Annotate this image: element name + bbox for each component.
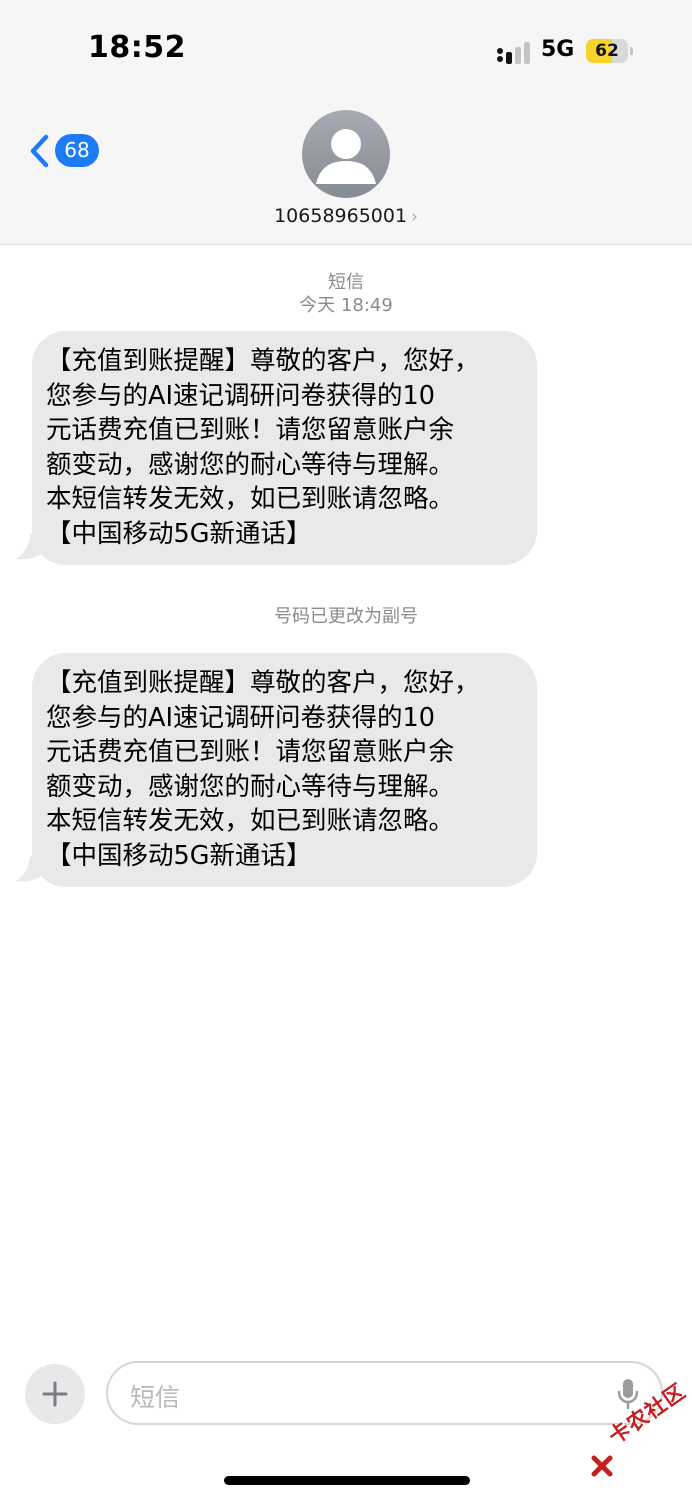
contact-name[interactable]: 10658965001 › [0, 205, 692, 227]
message-line: 本短信转发无效，如已到账请忽略。 [46, 484, 455, 514]
add-attachment-button[interactable] [25, 1364, 85, 1424]
messages-screen: 18:52 5G 62 68 10658965001 › 短信 今天 18:49… [0, 0, 692, 1500]
watermark: 卡农社区 [588, 1379, 692, 1484]
conversation-header: 18:52 5G 62 68 10658965001 › [0, 0, 692, 245]
contact-number: 10658965001 [274, 205, 408, 227]
message-line: 您参与的AI速记调研问卷获得的10 [46, 380, 435, 411]
person-icon [316, 129, 376, 184]
battery-cap [630, 47, 633, 55]
message-line: 本短信转发无效，如已到账请忽略。 [46, 806, 455, 836]
status-time: 18:52 [88, 30, 186, 65]
message-line: 元话费充值已到账！请您留意账户余 [46, 415, 455, 445]
message-timestamp: 今天 18:49 [299, 295, 393, 316]
plus-icon [42, 1381, 68, 1407]
message-bubble[interactable]: 【充值到账提醒】尊敬的客户，您好， 您参与的AI速记调研问卷获得的10 元话费充… [32, 331, 537, 565]
chevron-right-icon: › [411, 207, 418, 227]
message-line: 额变动，感谢您的耐心等待与理解。 [46, 771, 455, 802]
battery-percentage: 62 [595, 41, 619, 61]
message-bubble[interactable]: 【充值到账提醒】尊敬的客户，您好， 您参与的AI速记调研问卷获得的10 元话费充… [32, 653, 537, 887]
back-button[interactable]: 68 [28, 132, 102, 170]
bubble-tail [16, 856, 44, 882]
message-input-placeholder: 短信 [130, 1383, 181, 1412]
home-indicator [224, 1476, 470, 1485]
battery-icon: 62 [586, 39, 633, 63]
signal-icon [497, 42, 530, 64]
battery-body: 62 [586, 39, 628, 63]
unread-count-badge: 68 [55, 134, 99, 167]
message-line: 元话费充值已到账！请您留意账户余 [46, 737, 455, 767]
message-line: 【中国移动5G新通话】 [46, 518, 312, 549]
message-line: 【中国移动5G新通话】 [46, 840, 312, 871]
contact-avatar[interactable] [302, 110, 390, 198]
message-input[interactable]: 短信 [106, 1361, 663, 1425]
number-change-notice: 号码已更改为副号 [274, 606, 418, 627]
chevron-left-icon [30, 134, 49, 168]
message-line: 额变动，感谢您的耐心等待与理解。 [46, 449, 455, 480]
message-line: 【充值到账提醒】尊敬的客户，您好， [46, 346, 480, 376]
network-type: 5G [541, 37, 575, 62]
watermark-logo-icon [591, 1455, 613, 1477]
bubble-tail [16, 534, 44, 560]
message-line: 【充值到账提醒】尊敬的客户，您好， [46, 668, 480, 698]
message-line: 您参与的AI速记调研问卷获得的10 [46, 702, 435, 733]
